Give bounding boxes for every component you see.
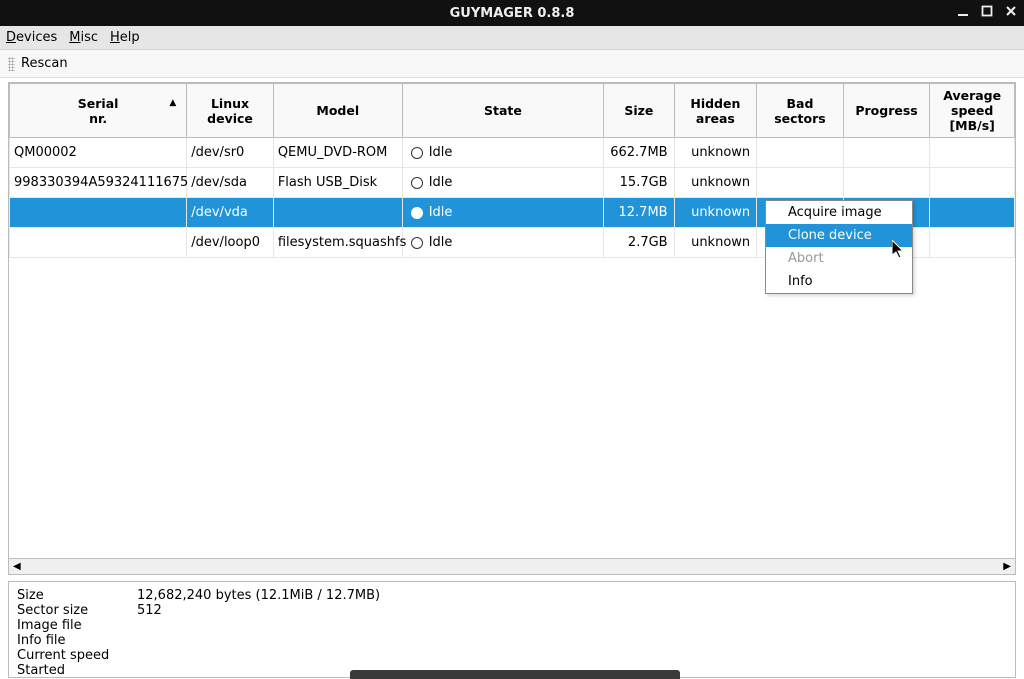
cell-hidden: unknown — [674, 168, 757, 198]
minimize-icon[interactable] — [956, 4, 970, 18]
cell-model — [273, 198, 402, 228]
ctx-abort: Abort — [766, 247, 912, 270]
cell-bad — [757, 138, 844, 168]
table-row[interactable]: QM00002/dev/sr0QEMU_DVD-ROMIdle662.7MBun… — [10, 138, 1015, 168]
cell-progress — [843, 168, 930, 198]
horizontal-scrollbar[interactable]: ◀ ▶ — [8, 559, 1016, 575]
cell-hidden: unknown — [674, 198, 757, 228]
cell-serial: 998330394A59324111675 — [10, 168, 187, 198]
cell-size: 662.7MB — [604, 138, 674, 168]
cell-device: /dev/vda — [187, 198, 274, 228]
cell-hidden: unknown — [674, 228, 757, 258]
cell-progress — [843, 138, 930, 168]
cell-hidden: unknown — [674, 138, 757, 168]
ctx-acquire-image[interactable]: Acquire image — [766, 201, 912, 224]
state-idle-icon — [411, 207, 423, 219]
cell-size: 2.7GB — [604, 228, 674, 258]
toolbar: Rescan — [0, 50, 1024, 78]
status-size-label: Size — [17, 588, 137, 603]
cell-state: Idle — [402, 138, 603, 168]
table-row[interactable]: 998330394A59324111675/dev/sdaFlash USB_D… — [10, 168, 1015, 198]
cell-speed — [930, 198, 1015, 228]
table-header-row: Serialnr.▲ Linuxdevice Model State Size … — [10, 84, 1015, 138]
scroll-left-icon[interactable]: ◀ — [11, 561, 23, 572]
toolbar-grip-icon — [8, 57, 15, 71]
col-header-size[interactable]: Size — [604, 84, 674, 138]
cell-bad — [757, 168, 844, 198]
maximize-icon[interactable] — [980, 4, 994, 18]
cell-serial: QM00002 — [10, 138, 187, 168]
cell-model: Flash USB_Disk — [273, 168, 402, 198]
status-sector-value: 512 — [137, 603, 162, 618]
status-started-label: Started — [17, 663, 137, 678]
ctx-clone-device[interactable]: Clone device — [766, 224, 912, 247]
status-image-label: Image file — [17, 618, 137, 633]
menu-help[interactable]: Help — [110, 30, 140, 45]
menu-devices[interactable]: Devices — [6, 30, 57, 45]
col-header-bad[interactable]: Badsectors — [757, 84, 844, 138]
state-idle-icon — [411, 177, 423, 189]
cell-speed — [930, 228, 1015, 258]
cursor-icon — [892, 240, 907, 260]
titlebar: GUYMAGER 0.8.8 — [0, 0, 1024, 26]
cell-serial — [10, 228, 187, 258]
window-controls — [956, 4, 1018, 18]
col-header-progress[interactable]: Progress — [843, 84, 930, 138]
rescan-button[interactable]: Rescan — [21, 56, 68, 71]
status-speed-label: Current speed — [17, 648, 137, 663]
cell-speed — [930, 168, 1015, 198]
status-size-value: 12,682,240 bytes (12.1MiB / 12.7MB) — [137, 588, 380, 603]
dock-bar — [350, 670, 680, 679]
menu-misc[interactable]: Misc — [69, 30, 98, 45]
cell-size: 12.7MB — [604, 198, 674, 228]
col-header-serial[interactable]: Serialnr.▲ — [10, 84, 187, 138]
cell-serial — [10, 198, 187, 228]
state-idle-icon — [411, 237, 423, 249]
col-header-hidden[interactable]: Hiddenareas — [674, 84, 757, 138]
cell-model: filesystem.squashfs — [273, 228, 402, 258]
state-idle-icon — [411, 147, 423, 159]
cell-size: 15.7GB — [604, 168, 674, 198]
context-menu: Acquire image Clone device Abort Info — [765, 200, 913, 294]
status-panel: Size12,682,240 bytes (12.1MiB / 12.7MB) … — [8, 581, 1016, 678]
window-title: GUYMAGER 0.8.8 — [450, 6, 575, 21]
cell-state: Idle — [402, 228, 603, 258]
menubar: Devices Misc Help — [0, 26, 1024, 50]
col-header-speed[interactable]: Averagespeed[MB/s] — [930, 84, 1015, 138]
col-header-model[interactable]: Model — [273, 84, 402, 138]
ctx-info[interactable]: Info — [766, 270, 912, 293]
col-header-device[interactable]: Linuxdevice — [187, 84, 274, 138]
cell-state: Idle — [402, 198, 603, 228]
close-icon[interactable] — [1004, 4, 1018, 18]
status-sector-label: Sector size — [17, 603, 137, 618]
status-info-label: Info file — [17, 633, 137, 648]
cell-device: /dev/sr0 — [187, 138, 274, 168]
scroll-right-icon[interactable]: ▶ — [1001, 561, 1013, 572]
device-table: Serialnr.▲ Linuxdevice Model State Size … — [8, 82, 1016, 559]
cell-device: /dev/loop0 — [187, 228, 274, 258]
sort-asc-icon: ▲ — [169, 98, 176, 108]
col-header-state[interactable]: State — [402, 84, 603, 138]
cell-device: /dev/sda — [187, 168, 274, 198]
cell-model: QEMU_DVD-ROM — [273, 138, 402, 168]
cell-speed — [930, 138, 1015, 168]
cell-state: Idle — [402, 168, 603, 198]
